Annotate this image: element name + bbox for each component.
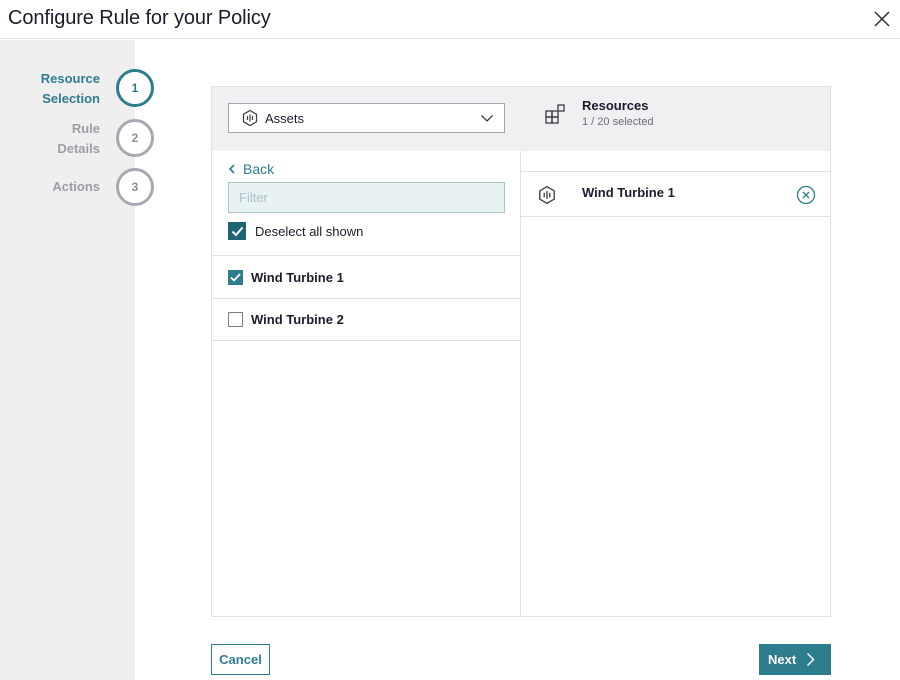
step-label-line2: Selection — [42, 91, 100, 106]
resources-title: Resources — [582, 98, 649, 113]
selected-resources-header: Resources 1 / 20 selected — [521, 87, 830, 151]
step-number-badge: 3 — [116, 168, 154, 206]
configure-rule-dialog: Configure Rule for your Policy Resource … — [0, 0, 900, 680]
step-label-line1: Actions — [52, 179, 100, 194]
selected-resource-label: Wind Turbine 1 — [582, 185, 675, 200]
chevron-right-icon — [807, 652, 815, 667]
step-label: Resource Selection — [5, 69, 100, 109]
asset-hex-icon — [242, 109, 258, 127]
selected-resource-item: Wind Turbine 1 — [521, 171, 830, 217]
asset-hex-icon — [539, 185, 555, 205]
step-label-line2: Details — [57, 141, 100, 156]
dialog-titlebar: Configure Rule for your Policy — [0, 0, 900, 39]
close-icon[interactable] — [872, 9, 892, 29]
list-item-label: Wind Turbine 1 — [251, 269, 344, 285]
chevron-left-icon — [228, 164, 235, 174]
step-label-line1: Resource — [40, 71, 100, 86]
deselect-all-label: Deselect all shown — [255, 223, 364, 239]
deselect-all-checkbox[interactable]: Deselect all shown — [228, 222, 363, 240]
step-label-line1: Rule — [71, 121, 100, 136]
list-item[interactable]: Wind Turbine 1 — [212, 255, 521, 298]
list-item[interactable]: Wind Turbine 2 — [212, 298, 521, 341]
chevron-down-icon — [481, 115, 493, 122]
step-label: Actions — [5, 177, 100, 197]
back-link[interactable]: Back — [228, 161, 274, 177]
dialog-title: Configure Rule for your Policy — [8, 7, 271, 29]
step-actions[interactable]: Actions 3 — [0, 168, 160, 208]
filter-input[interactable] — [228, 182, 505, 213]
resource-list: Wind Turbine 1 Wind Turbine 2 — [212, 255, 521, 341]
checkbox-checked-icon — [228, 222, 246, 240]
remove-circle-icon[interactable] — [796, 185, 816, 205]
cancel-button[interactable]: Cancel — [211, 644, 270, 675]
resource-browser-header: Assets — [212, 87, 521, 151]
list-item-label: Wind Turbine 2 — [251, 312, 344, 327]
step-number-badge: 1 — [116, 69, 154, 107]
resources-count: 1 / 20 selected — [582, 116, 654, 128]
spacer — [521, 151, 830, 171]
wizard-stepper: Resource Selection 1 Rule Details 2 Acti… — [0, 40, 154, 680]
step-number-badge: 2 — [116, 119, 154, 157]
checkbox-unchecked-icon[interactable] — [228, 312, 243, 327]
resource-type-select[interactable]: Assets — [228, 103, 505, 133]
next-button-label: Next — [768, 652, 797, 667]
step-resource-selection[interactable]: Resource Selection 1 — [0, 69, 160, 109]
step-rule-details[interactable]: Rule Details 2 — [0, 119, 160, 159]
next-button[interactable]: Next — [759, 644, 831, 675]
resource-type-value: Assets — [265, 110, 305, 126]
step-label: Rule Details — [5, 119, 100, 159]
resources-grid-icon — [545, 104, 565, 124]
resource-selection-panel: Assets Back Deselect all shown — [211, 86, 831, 617]
back-link-label: Back — [243, 161, 275, 177]
resource-browser: Assets Back Deselect all shown — [212, 87, 521, 616]
checkbox-checked-icon[interactable] — [228, 269, 243, 285]
selected-resources: Resources 1 / 20 selected Wind Turbine 1 — [521, 87, 830, 616]
